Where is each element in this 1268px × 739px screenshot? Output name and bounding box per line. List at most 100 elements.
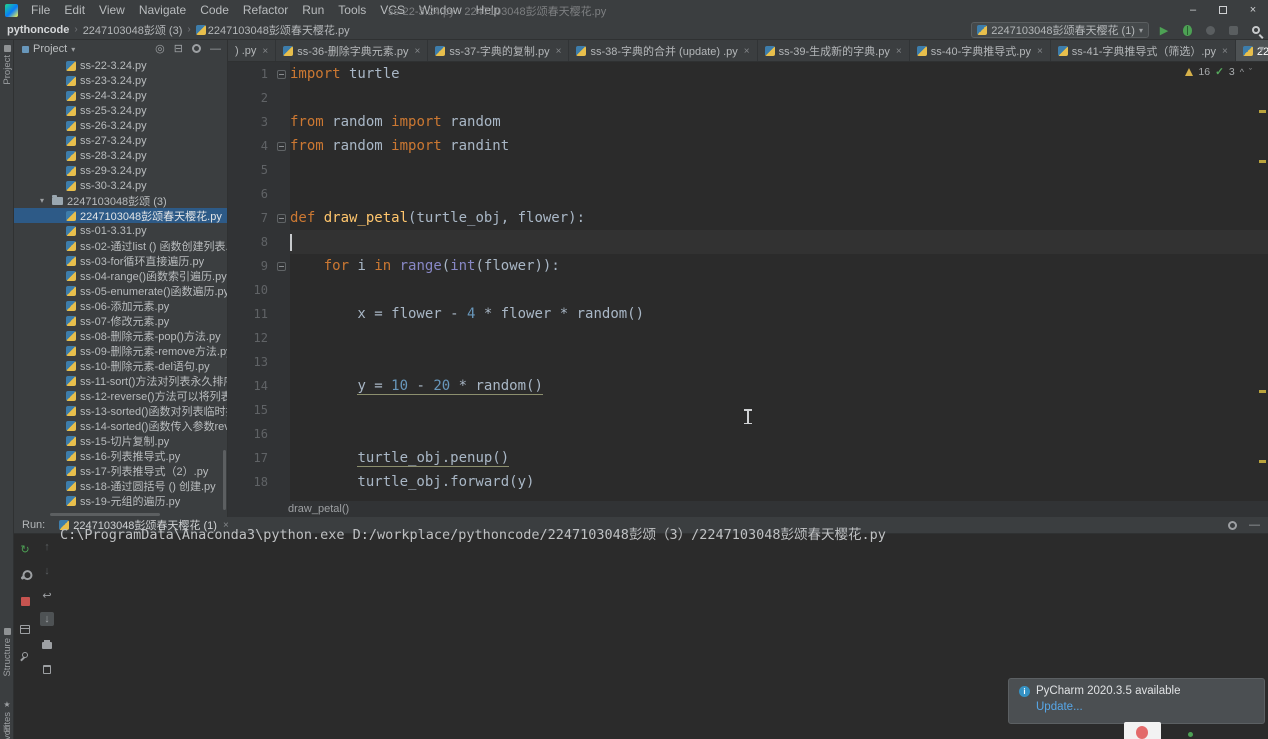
tree-item[interactable]: ss-15-切片复制.py — [14, 433, 227, 448]
gear-icon[interactable] — [1228, 521, 1237, 530]
tree-vertical-scrollbar[interactable] — [223, 450, 226, 510]
search-everywhere-button[interactable] — [1248, 22, 1264, 38]
soft-wrap-icon[interactable]: ↩ — [40, 588, 54, 602]
run-toolbar-left: ↻ ↑ ↓ ↩ ↓ — [14, 534, 58, 739]
tree-chevron-icon[interactable]: ▾ — [40, 196, 48, 205]
tree-item[interactable]: 2247103048彭颂春天樱花.py — [14, 208, 227, 223]
tree-item[interactable]: ss-13-sorted()函数对列表临时排序 — [14, 403, 227, 418]
stop-button[interactable] — [1225, 22, 1241, 38]
tree-item[interactable]: ss-02-通过list () 函数创建列表.py — [14, 238, 227, 253]
tree-item[interactable]: ss-18-通过圆括号 () 创建.py — [14, 478, 227, 493]
code-editor[interactable]: 1import turtle23from random import rando… — [228, 62, 1268, 501]
tree-item[interactable]: ss-03-for循环直接遍历.py — [14, 253, 227, 268]
tree-item[interactable]: ss-14-sorted()函数传入参数reverse — [14, 418, 227, 433]
menu-refactor[interactable]: Refactor — [236, 3, 295, 17]
menu-view[interactable]: View — [92, 3, 132, 17]
inspections-widget[interactable]: 16 ✓ 3 ^ ˇ — [1185, 66, 1252, 78]
editor-tab[interactable]: ss-41-字典推导式（筛选）.py× — [1051, 40, 1236, 62]
rerun-icon[interactable]: ↻ — [18, 542, 32, 556]
fold-marker-icon[interactable] — [277, 262, 286, 271]
tree-item[interactable]: ss-25-3.24.py — [14, 103, 227, 118]
menu-tools[interactable]: Tools — [331, 3, 373, 17]
breadcrumb-project[interactable]: pythoncode — [7, 24, 69, 36]
stripe-structure-button[interactable]: Structure — [0, 628, 14, 677]
stop-icon[interactable] — [18, 594, 32, 608]
context-function[interactable]: draw_petal() — [288, 503, 349, 515]
tab-overflow-chevron-icon[interactable]: ▾ — [1259, 44, 1264, 55]
close-icon[interactable]: × — [1037, 46, 1043, 57]
tree-item[interactable]: ss-17-列表推导式（2）.py — [14, 463, 227, 478]
tree-item[interactable]: ss-05-enumerate()函数遍历.py — [14, 283, 227, 298]
restore-layout-icon[interactable] — [18, 622, 32, 636]
collapse-all-button[interactable]: ⊟ — [174, 42, 183, 55]
tree-item[interactable]: ss-30-3.24.py — [14, 178, 227, 193]
tree-item[interactable]: ss-27-3.24.py — [14, 133, 227, 148]
tree-item[interactable]: ss-23-3.24.py — [14, 73, 227, 88]
editor-tab[interactable]: ) .py× — [228, 40, 276, 62]
tree-item[interactable]: ss-06-添加元素.py — [14, 298, 227, 313]
tree-item[interactable]: ss-10-删除元素-del语句.py — [14, 358, 227, 373]
run-button[interactable]: ▶ — [1156, 22, 1172, 38]
update-notification[interactable]: i PyCharm 2020.3.5 available Update... — [1008, 678, 1265, 724]
tree-item[interactable]: ss-19-元组的遍历.py — [14, 493, 227, 508]
editor-tab[interactable]: ss-38-字典的合并 (update) .py× — [569, 40, 757, 62]
project-panel-header[interactable]: Project ▾ ◎ ⊟ — — [14, 40, 227, 58]
tree-item[interactable]: ss-07-修改元素.py — [14, 313, 227, 328]
tree-item[interactable]: ss-29-3.24.py — [14, 163, 227, 178]
menu-run[interactable]: Run — [295, 3, 331, 17]
close-icon[interactable]: × — [556, 46, 562, 57]
tree-item[interactable]: ▾2247103048彭颂 (3) — [14, 193, 227, 208]
tree-item[interactable]: ss-04-range()函数索引遍历.py — [14, 268, 227, 283]
maximize-button[interactable] — [1208, 0, 1238, 20]
breadcrumb-file[interactable]: 2247103048彭颂春天樱花.py — [208, 22, 350, 38]
print-icon[interactable] — [40, 638, 54, 652]
breadcrumb-folder[interactable]: 2247103048彭颂 (3) — [83, 22, 183, 38]
pin-icon[interactable] — [18, 648, 32, 662]
editor-tab[interactable]: ss-40-字典推导式.py× — [910, 40, 1051, 62]
minimize-button[interactable]: – — [1178, 0, 1208, 20]
debug-button[interactable] — [1179, 22, 1195, 38]
tree-item[interactable]: ss-01-3.31.py — [14, 223, 227, 238]
scroll-to-end-icon[interactable]: ↓ — [40, 612, 54, 626]
tree-item[interactable]: ss-16-列表推导式.py — [14, 448, 227, 463]
tree-item[interactable]: ss-24-3.24.py — [14, 88, 227, 103]
menu-navigate[interactable]: Navigate — [132, 3, 193, 17]
fold-marker-icon[interactable] — [277, 70, 286, 79]
tree-item[interactable]: ss-11-sort()方法对列表永久排序.py — [14, 373, 227, 388]
hide-panel-button[interactable]: — — [1249, 519, 1260, 531]
down-stack-trace-icon[interactable]: ↓ — [40, 564, 54, 578]
tree-item[interactable]: ss-28-3.24.py — [14, 148, 227, 163]
close-icon[interactable]: × — [744, 46, 750, 57]
up-stack-trace-icon[interactable]: ↑ — [40, 540, 54, 554]
prev-problem-icon[interactable]: ^ — [1240, 67, 1244, 77]
menu-file[interactable]: File — [24, 3, 57, 17]
menu-edit[interactable]: Edit — [57, 3, 92, 17]
update-link[interactable]: Update... — [1036, 701, 1254, 713]
fold-marker-icon[interactable] — [277, 214, 286, 223]
clear-all-icon[interactable] — [40, 662, 54, 676]
close-icon[interactable]: × — [262, 46, 268, 57]
close-icon[interactable]: × — [896, 46, 902, 57]
locate-file-button[interactable]: ◎ — [155, 42, 165, 55]
coverage-button[interactable] — [1202, 22, 1218, 38]
close-icon[interactable]: × — [415, 46, 421, 57]
tree-item[interactable]: ss-09-删除元素-remove方法.py — [14, 343, 227, 358]
tool-windows-toggle-icon[interactable]: ⊞ — [3, 724, 11, 735]
gear-icon[interactable] — [192, 44, 201, 53]
fold-marker-icon[interactable] — [277, 142, 286, 151]
tree-item[interactable]: ss-08-删除元素-pop()方法.py — [14, 328, 227, 343]
hide-panel-button[interactable]: — — [210, 43, 221, 55]
tree-item[interactable]: ss-22-3.24.py — [14, 58, 227, 73]
editor-tab[interactable]: ss-36-删除字典元素.py× — [276, 40, 428, 62]
run-configuration-select[interactable]: 2247103048彭颂春天樱花 (1) ▾ — [971, 22, 1149, 38]
close-button[interactable]: × — [1238, 0, 1268, 20]
tree-item[interactable]: ss-26-3.24.py — [14, 118, 227, 133]
editor-tab[interactable]: ss-39-生成新的字典.py× — [758, 40, 910, 62]
tree-item[interactable]: ss-12-reverse()方法可以将列表中的 — [14, 388, 227, 403]
editor-tab[interactable]: ss-37-字典的复制.py× — [428, 40, 569, 62]
stripe-project-button[interactable]: Project — [0, 45, 14, 85]
wrench-icon[interactable] — [18, 568, 32, 582]
next-problem-icon[interactable]: ˇ — [1249, 67, 1252, 77]
menu-code[interactable]: Code — [193, 3, 236, 17]
close-icon[interactable]: × — [1222, 46, 1228, 57]
